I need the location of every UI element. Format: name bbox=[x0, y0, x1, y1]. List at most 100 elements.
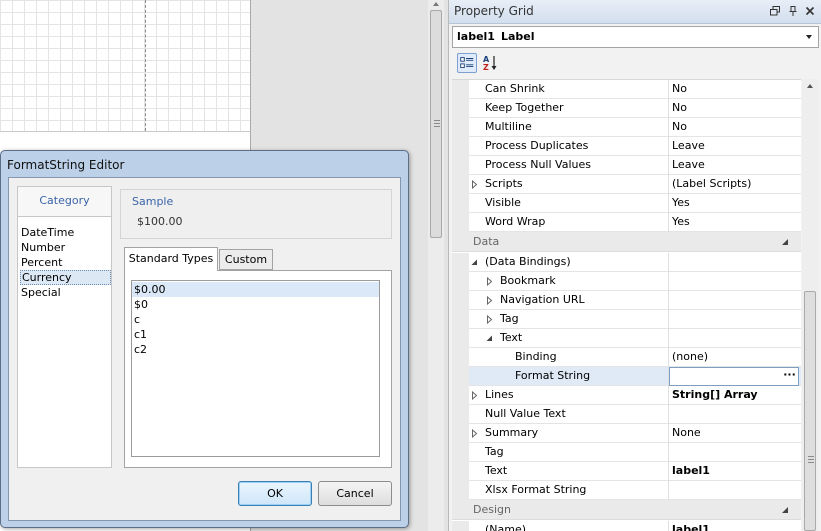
category-item[interactable]: Number bbox=[20, 240, 111, 255]
collapsed-arrow-icon[interactable] bbox=[485, 277, 494, 286]
property-value[interactable]: No bbox=[672, 80, 687, 98]
property-grid-scrollbar[interactable] bbox=[802, 79, 819, 531]
property-row[interactable]: Summary None bbox=[452, 424, 801, 443]
designer-vertical-scrollbar[interactable] bbox=[428, 0, 444, 531]
property-row[interactable]: Binding (none) bbox=[452, 348, 801, 367]
format-item[interactable]: c1 bbox=[132, 327, 379, 342]
column-divider[interactable] bbox=[668, 348, 669, 367]
property-value[interactable]: None bbox=[672, 424, 701, 442]
property-row[interactable]: Keep Together No bbox=[452, 99, 801, 118]
property-row[interactable]: (Name) label1 bbox=[452, 521, 801, 531]
format-item[interactable]: c2 bbox=[132, 342, 379, 357]
property-row[interactable]: Bookmark bbox=[452, 272, 801, 291]
design-grid[interactable] bbox=[0, 0, 251, 131]
property-row[interactable]: Tag bbox=[452, 443, 801, 462]
column-divider[interactable] bbox=[668, 521, 669, 531]
collapsed-arrow-icon[interactable] bbox=[485, 296, 494, 305]
property-value[interactable]: Yes bbox=[672, 213, 690, 231]
column-divider[interactable] bbox=[668, 481, 669, 500]
column-divider[interactable] bbox=[668, 310, 669, 329]
property-row[interactable]: Null Value Text bbox=[452, 405, 801, 424]
format-item[interactable]: $0 bbox=[132, 297, 379, 312]
property-value[interactable]: No bbox=[672, 118, 687, 136]
expanded-arrow-icon[interactable] bbox=[470, 258, 479, 267]
format-string-value-editor[interactable]: ··· bbox=[669, 367, 799, 386]
category-item[interactable]: DateTime bbox=[20, 225, 111, 240]
property-row[interactable]: Lines String[] Array bbox=[452, 386, 801, 405]
scroll-up-arrow-icon[interactable] bbox=[432, 0, 440, 8]
ellipsis-button[interactable]: ··· bbox=[781, 368, 798, 385]
tab-standard-types[interactable]: Standard Types bbox=[124, 247, 218, 271]
column-divider[interactable] bbox=[668, 424, 669, 443]
format-item[interactable]: c bbox=[132, 312, 379, 327]
alphabetical-sort-icon[interactable]: A Z bbox=[480, 53, 500, 73]
property-row[interactable]: Xlsx Format String bbox=[452, 481, 801, 500]
property-value[interactable]: (Label Scripts) bbox=[672, 175, 751, 193]
property-value[interactable]: label1 bbox=[672, 521, 710, 531]
collapse-category-icon[interactable] bbox=[781, 506, 789, 514]
property-row[interactable]: Navigation URL bbox=[452, 291, 801, 310]
category-row[interactable]: Design bbox=[452, 500, 801, 520]
tab-custom[interactable]: Custom bbox=[219, 249, 273, 270]
property-row[interactable]: Word Wrap Yes bbox=[452, 213, 801, 232]
collapsed-arrow-icon[interactable] bbox=[485, 315, 494, 324]
format-item[interactable]: $0.00 bbox=[132, 282, 379, 297]
column-divider[interactable] bbox=[668, 405, 669, 424]
object-selector[interactable]: label1 Label bbox=[452, 26, 819, 48]
column-divider[interactable] bbox=[668, 462, 669, 481]
property-row[interactable]: Tag bbox=[452, 310, 801, 329]
scrollbar-thumb[interactable] bbox=[804, 291, 816, 531]
property-row[interactable]: Format String ··· bbox=[452, 367, 801, 386]
category-item[interactable]: Percent bbox=[20, 255, 111, 270]
column-divider[interactable] bbox=[668, 80, 669, 99]
column-divider[interactable] bbox=[668, 118, 669, 137]
column-divider[interactable] bbox=[668, 213, 669, 232]
collapsed-arrow-icon[interactable] bbox=[470, 180, 479, 189]
float-window-icon[interactable] bbox=[769, 5, 781, 17]
expanded-arrow-icon[interactable] bbox=[485, 334, 494, 343]
pin-icon[interactable] bbox=[787, 5, 799, 17]
column-divider[interactable] bbox=[668, 175, 669, 194]
chevron-down-icon[interactable] bbox=[800, 27, 818, 47]
format-list[interactable]: $0.00 $0 c c1 c2 bbox=[131, 280, 380, 457]
column-divider[interactable] bbox=[668, 253, 669, 272]
column-divider[interactable] bbox=[668, 194, 669, 213]
property-value[interactable]: Leave bbox=[672, 137, 705, 155]
cancel-button[interactable]: Cancel bbox=[318, 481, 392, 506]
property-row[interactable]: Text bbox=[452, 329, 801, 348]
scrollbar-thumb[interactable] bbox=[430, 10, 442, 238]
property-row[interactable]: (Data Bindings) bbox=[452, 253, 801, 272]
ok-button[interactable]: OK bbox=[238, 481, 312, 506]
collapsed-arrow-icon[interactable] bbox=[470, 429, 479, 438]
column-divider[interactable] bbox=[668, 329, 669, 348]
property-row[interactable]: Scripts (Label Scripts) bbox=[452, 175, 801, 194]
column-divider[interactable] bbox=[668, 156, 669, 175]
column-divider[interactable] bbox=[668, 443, 669, 462]
column-divider[interactable] bbox=[668, 272, 669, 291]
property-row[interactable]: Text label1 bbox=[452, 462, 801, 481]
property-name: Navigation URL bbox=[500, 293, 585, 306]
property-value[interactable]: No bbox=[672, 99, 687, 117]
property-row[interactable]: Process Duplicates Leave bbox=[452, 137, 801, 156]
category-row[interactable]: Data bbox=[452, 232, 801, 252]
property-row[interactable]: Process Null Values Leave bbox=[452, 156, 801, 175]
column-divider[interactable] bbox=[668, 99, 669, 118]
category-item[interactable]: Currency bbox=[20, 270, 111, 285]
property-row[interactable]: Can Shrink No bbox=[452, 80, 801, 99]
close-icon[interactable] bbox=[804, 5, 816, 17]
property-value[interactable]: label1 bbox=[672, 462, 710, 480]
categorized-view-icon[interactable] bbox=[457, 53, 477, 73]
scroll-up-arrow-icon[interactable] bbox=[806, 82, 814, 90]
property-value[interactable]: Yes bbox=[672, 194, 690, 212]
collapse-category-icon[interactable] bbox=[781, 238, 789, 246]
column-divider[interactable] bbox=[668, 137, 669, 156]
property-value[interactable]: String[] Array bbox=[672, 386, 758, 404]
column-divider[interactable] bbox=[668, 386, 669, 405]
collapsed-arrow-icon[interactable] bbox=[470, 391, 479, 400]
property-value[interactable]: Leave bbox=[672, 156, 705, 174]
property-value[interactable]: (none) bbox=[672, 348, 708, 366]
category-item[interactable]: Special bbox=[20, 285, 111, 300]
property-row[interactable]: Visible Yes bbox=[452, 194, 801, 213]
column-divider[interactable] bbox=[668, 291, 669, 310]
property-row[interactable]: Multiline No bbox=[452, 118, 801, 137]
